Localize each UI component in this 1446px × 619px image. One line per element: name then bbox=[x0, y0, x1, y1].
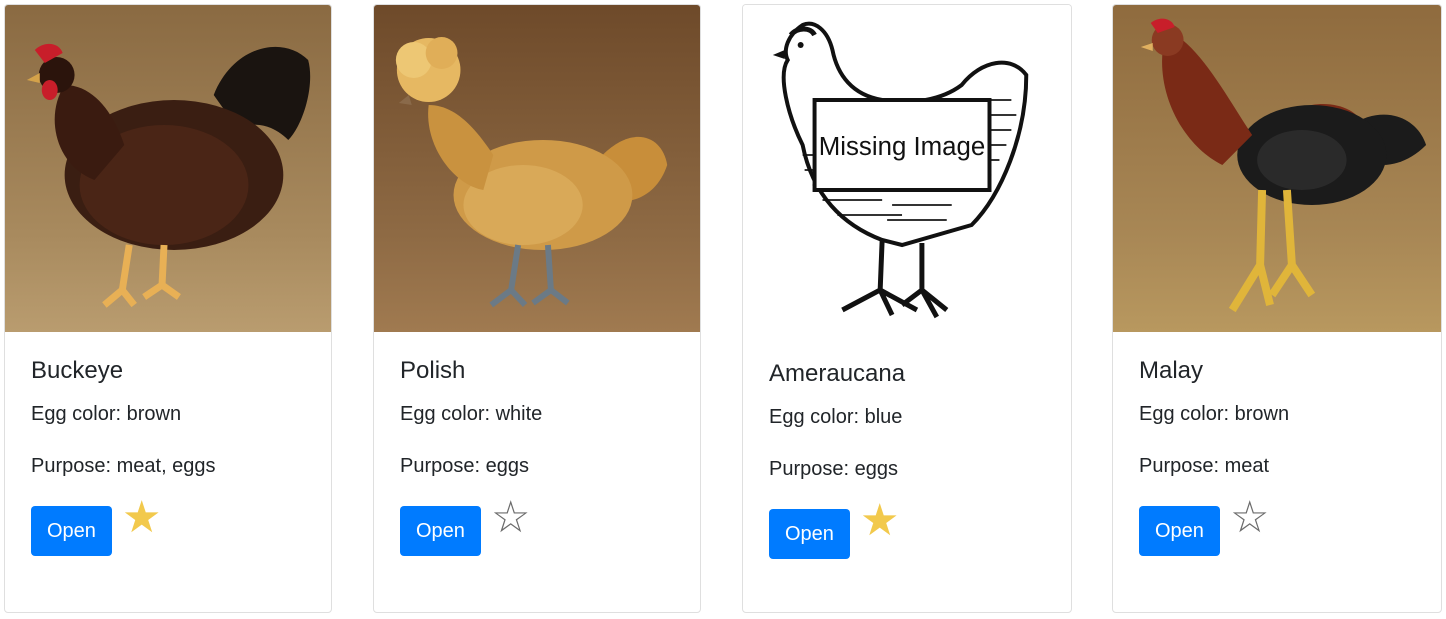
breed-photo-polish bbox=[374, 5, 700, 332]
breed-name: Polish bbox=[400, 357, 466, 384]
egg-color: Egg color: brown bbox=[1139, 403, 1290, 425]
purpose: Purpose: eggs bbox=[400, 455, 529, 477]
egg-color: Egg color: brown bbox=[31, 403, 182, 425]
breed-photo-malay bbox=[1113, 5, 1441, 332]
favorite-star-outline-icon[interactable]: ☆ bbox=[491, 496, 530, 540]
breed-card-ameraucana: Missing Image Ameraucana Egg color: blue… bbox=[742, 4, 1072, 613]
open-button[interactable]: Open bbox=[31, 506, 112, 556]
breed-card-polish: Polish Egg color: white Purpose: eggs Op… bbox=[373, 4, 701, 613]
breed-name: Ameraucana bbox=[769, 360, 906, 387]
purpose: Purpose: meat, eggs bbox=[31, 455, 216, 477]
breed-name: Malay bbox=[1139, 357, 1204, 384]
open-button[interactable]: Open bbox=[1139, 506, 1220, 556]
favorite-star-outline-icon[interactable]: ☆ bbox=[1230, 496, 1269, 540]
missing-image-placeholder: Missing Image bbox=[743, 5, 1071, 335]
open-button[interactable]: Open bbox=[400, 506, 481, 556]
purpose: Purpose: meat bbox=[1139, 455, 1270, 477]
breed-name: Buckeye bbox=[31, 357, 124, 384]
favorite-star-icon[interactable]: ★ bbox=[122, 496, 161, 540]
breed-card-malay: Malay Egg color: brown Purpose: meat Ope… bbox=[1112, 4, 1442, 613]
egg-color: Egg color: white bbox=[400, 403, 543, 425]
favorite-star-icon[interactable]: ★ bbox=[860, 499, 899, 543]
egg-color: Egg color: blue bbox=[769, 406, 903, 428]
missing-image-label: Missing Image bbox=[819, 133, 986, 161]
open-button[interactable]: Open bbox=[769, 509, 850, 559]
breed-photo-buckeye bbox=[5, 5, 331, 332]
purpose: Purpose: eggs bbox=[769, 458, 898, 480]
breed-card-buckeye: Buckeye Egg color: brown Purpose: meat, … bbox=[4, 4, 332, 613]
